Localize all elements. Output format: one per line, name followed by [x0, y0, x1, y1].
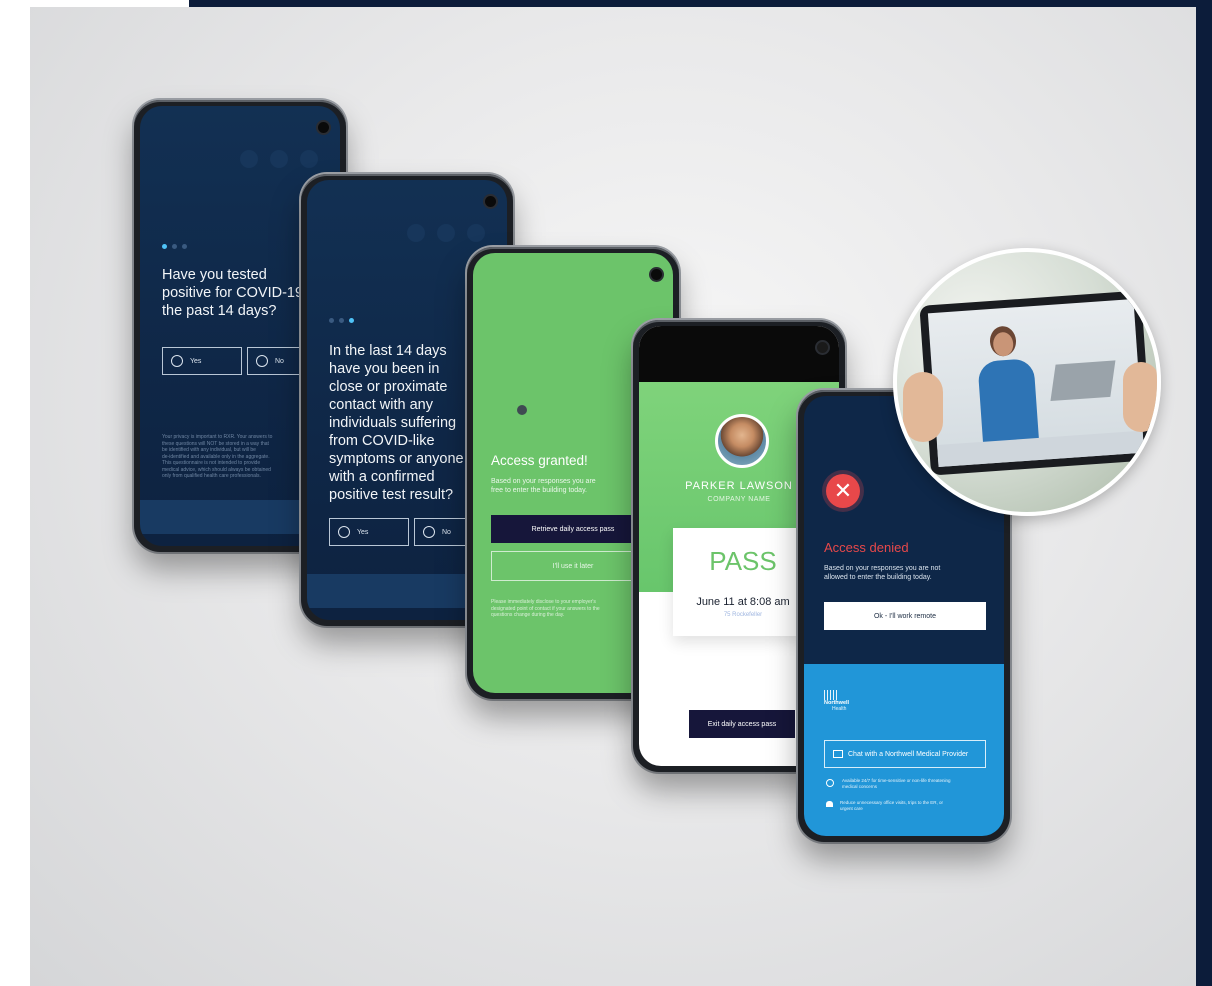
desk-shape	[937, 430, 1145, 467]
hospital-icon	[826, 801, 833, 807]
northwell-logo: Northwell Health	[824, 690, 849, 712]
pass-address: 75 Rockefeller	[723, 612, 763, 618]
pass-date-time: June 11 at 8:08 am	[696, 596, 790, 608]
status-dot	[517, 405, 527, 415]
yes-button[interactable]: Yes	[329, 518, 409, 546]
subtitle-line: free to enter the building today.	[491, 487, 587, 494]
ghost-circles	[407, 224, 485, 242]
denied-x-icon: ✕	[826, 474, 860, 508]
subtitle-line: Based on your responses you are	[491, 478, 596, 485]
progress-dot	[329, 318, 334, 323]
note-line: questions change during the day.	[491, 612, 565, 618]
note-line: Please immediately disclose to your empl…	[491, 599, 596, 605]
info-line: medical concerns	[842, 784, 878, 789]
radio-icon	[171, 355, 183, 367]
progress-dot	[172, 244, 177, 249]
access-granted-subtitle: Based on your responses you are free to …	[491, 477, 596, 495]
tablet-device	[919, 290, 1153, 476]
doctor-figure	[975, 324, 1040, 448]
avatar	[715, 414, 769, 468]
pass-top-black	[639, 326, 839, 382]
access-granted-title: Access granted!	[491, 453, 588, 468]
yes-button[interactable]: Yes	[162, 347, 242, 375]
clock-icon	[826, 779, 834, 787]
right-frame-bar	[1196, 0, 1212, 986]
telehealth-tablet-photo	[893, 248, 1161, 516]
info-line: urgent care	[840, 806, 863, 811]
access-denied-subtitle: Based on your responses you are not allo…	[824, 564, 940, 582]
access-denied-title: Access denied	[824, 540, 909, 555]
provider-panel: Northwell Health Chat with a Northwell M…	[804, 664, 1004, 836]
camera-icon	[651, 269, 662, 280]
radio-icon	[423, 526, 435, 538]
exit-pass-button[interactable]: Exit daily access pass	[689, 710, 795, 738]
no-label: No	[275, 357, 284, 365]
radio-icon	[256, 355, 268, 367]
camera-icon	[485, 196, 496, 207]
tablet-screen	[927, 299, 1145, 467]
hand-right	[1123, 362, 1157, 432]
progress-dot-active	[162, 244, 167, 249]
northwell-logo-icon	[824, 690, 838, 700]
retrieve-pass-button[interactable]: Retrieve daily access pass	[491, 515, 655, 543]
chat-button-label: Chat with a Northwell Medical Provider	[848, 750, 969, 758]
info-availability: Available 24/7 for time-sensitive or non…	[824, 778, 950, 790]
disclosure-note: Please immediately disclose to your empl…	[491, 599, 600, 619]
yes-label: Yes	[190, 357, 202, 365]
progress-dot	[182, 244, 187, 249]
subtitle-line: Based on your responses you are not	[824, 565, 941, 572]
use-later-button[interactable]: I'll use it later	[491, 551, 655, 581]
ghost-circles	[240, 150, 318, 168]
progress-dots	[162, 244, 187, 249]
pass-label: PASS	[709, 546, 777, 576]
brand-sub: Health	[832, 706, 847, 712]
yes-label: Yes	[357, 528, 369, 536]
subtitle-line: allowed to enter the building today.	[824, 574, 932, 581]
no-label: No	[442, 528, 451, 536]
progress-dot-active	[349, 318, 354, 323]
radio-icon	[338, 526, 350, 538]
info-reduce-visits: Reduce unnecessary office visits, trips …	[824, 800, 943, 812]
pass-card: PASS June 11 at 8:08 am 75 Rockefeller	[673, 528, 813, 636]
chat-provider-button[interactable]: Chat with a Northwell Medical Provider	[824, 740, 986, 768]
camera-icon	[318, 122, 329, 133]
progress-dot	[339, 318, 344, 323]
progress-dots	[329, 318, 354, 323]
laptop-shape	[1050, 360, 1116, 402]
camera-icon	[817, 342, 828, 353]
video-icon	[833, 750, 843, 758]
ok-work-remote-button[interactable]: Ok - I'll work remote	[824, 602, 986, 630]
hand-left	[903, 372, 943, 442]
top-frame-bar	[189, 0, 1212, 7]
